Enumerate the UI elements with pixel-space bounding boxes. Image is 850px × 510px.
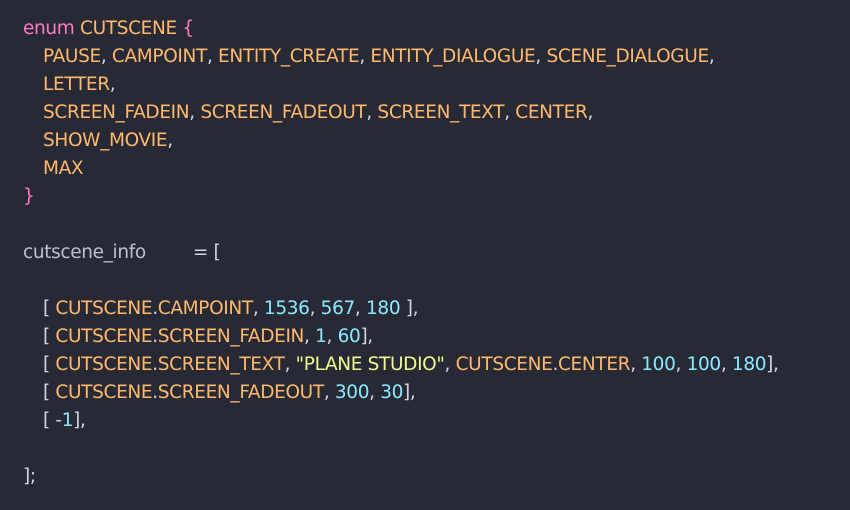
code-editor[interactable]: enum CUTSCENE { PAUSE, CAMPOINT, ENTITY_… — [0, 0, 850, 510]
enum-member: PAUSE — [43, 46, 101, 67]
assignment: = [ — [192, 242, 221, 263]
enum-prefix: CUTSCENE — [55, 326, 153, 347]
code-line-15: [ -1], — [43, 410, 86, 431]
variable-name: cutscene_info — [23, 242, 146, 263]
enum-member: MAX — [43, 158, 84, 179]
enum-prefix: CUTSCENE — [55, 354, 153, 375]
enum-prefix: CUTSCENE — [55, 382, 153, 403]
enum-member: SCENE_DIALOGUE — [546, 46, 709, 67]
array-end: ]; — [23, 466, 36, 487]
code-line-9: cutscene_info = [ — [23, 239, 850, 267]
number-literal: 100 — [686, 354, 722, 375]
enum-member: ENTITY_CREATE — [218, 46, 360, 67]
code-line-6: MAX — [23, 155, 850, 183]
code-line-11: [ CUTSCENE.CAMPOINT, 1536, 567, 180 ], — [43, 298, 419, 319]
enum-member: SCREEN_FADEOUT — [200, 102, 367, 123]
number-literal: 180 — [365, 298, 401, 319]
open-brace: { — [182, 18, 194, 39]
code-line-17: ]; — [23, 463, 850, 491]
number-literal: 100 — [641, 354, 676, 375]
enum-member: ENTITY_DIALOGUE — [370, 46, 536, 67]
number-literal: 1 — [61, 410, 74, 431]
number-literal: 30 — [380, 382, 404, 403]
code-line-5: SHOW_MOVIE, — [43, 130, 173, 151]
code-line-14: [ CUTSCENE.SCREEN_FADEOUT, 300, 30], — [43, 382, 416, 403]
number-literal: 180 — [731, 354, 767, 375]
code-line-2: PAUSE, CAMPOINT, ENTITY_CREATE, ENTITY_D… — [43, 46, 715, 67]
code-line-7: } — [23, 183, 850, 211]
number-literal: 300 — [334, 382, 370, 403]
code-line-3: LETTER, — [43, 74, 116, 95]
code-line-13: [ CUTSCENE.SCREEN_TEXT, "PLANE STUDIO", … — [43, 354, 779, 375]
enum-member-ref: SCREEN_FADEIN — [157, 326, 305, 347]
enum-member: CAMPOINT — [111, 46, 207, 67]
enum-keyword: enum — [23, 18, 75, 39]
string-literal: "PLANE STUDIO" — [295, 354, 445, 375]
enum-member: CENTER — [515, 102, 588, 123]
number-literal: 1536 — [263, 298, 310, 319]
enum-member: SCREEN_TEXT — [377, 102, 505, 123]
enum-member-ref: CENTER — [557, 354, 631, 375]
code-line-1: enum CUTSCENE { — [23, 15, 850, 43]
enum-member-ref: SCREEN_FADEOUT — [157, 382, 324, 403]
enum-member-ref: SCREEN_TEXT — [157, 354, 285, 375]
code-line-4: SCREEN_FADEIN, SCREEN_FADEOUT, SCREEN_TE… — [43, 102, 593, 123]
enum-member: SHOW_MOVIE — [43, 130, 168, 151]
number-literal: 60 — [337, 326, 361, 347]
enum-member: LETTER — [43, 74, 110, 95]
enum-prefix: CUTSCENE — [55, 298, 153, 319]
number-literal: 567 — [320, 298, 356, 319]
code-line-12: [ CUTSCENE.SCREEN_FADEIN, 1, 60], — [43, 326, 373, 347]
enum-prefix: CUTSCENE — [455, 354, 553, 375]
enum-member: SCREEN_FADEIN — [43, 102, 190, 123]
enum-member-ref: CAMPOINT — [157, 298, 253, 319]
enum-name: CUTSCENE — [80, 18, 177, 39]
close-brace: } — [23, 186, 35, 207]
number-literal: 1 — [315, 326, 327, 347]
